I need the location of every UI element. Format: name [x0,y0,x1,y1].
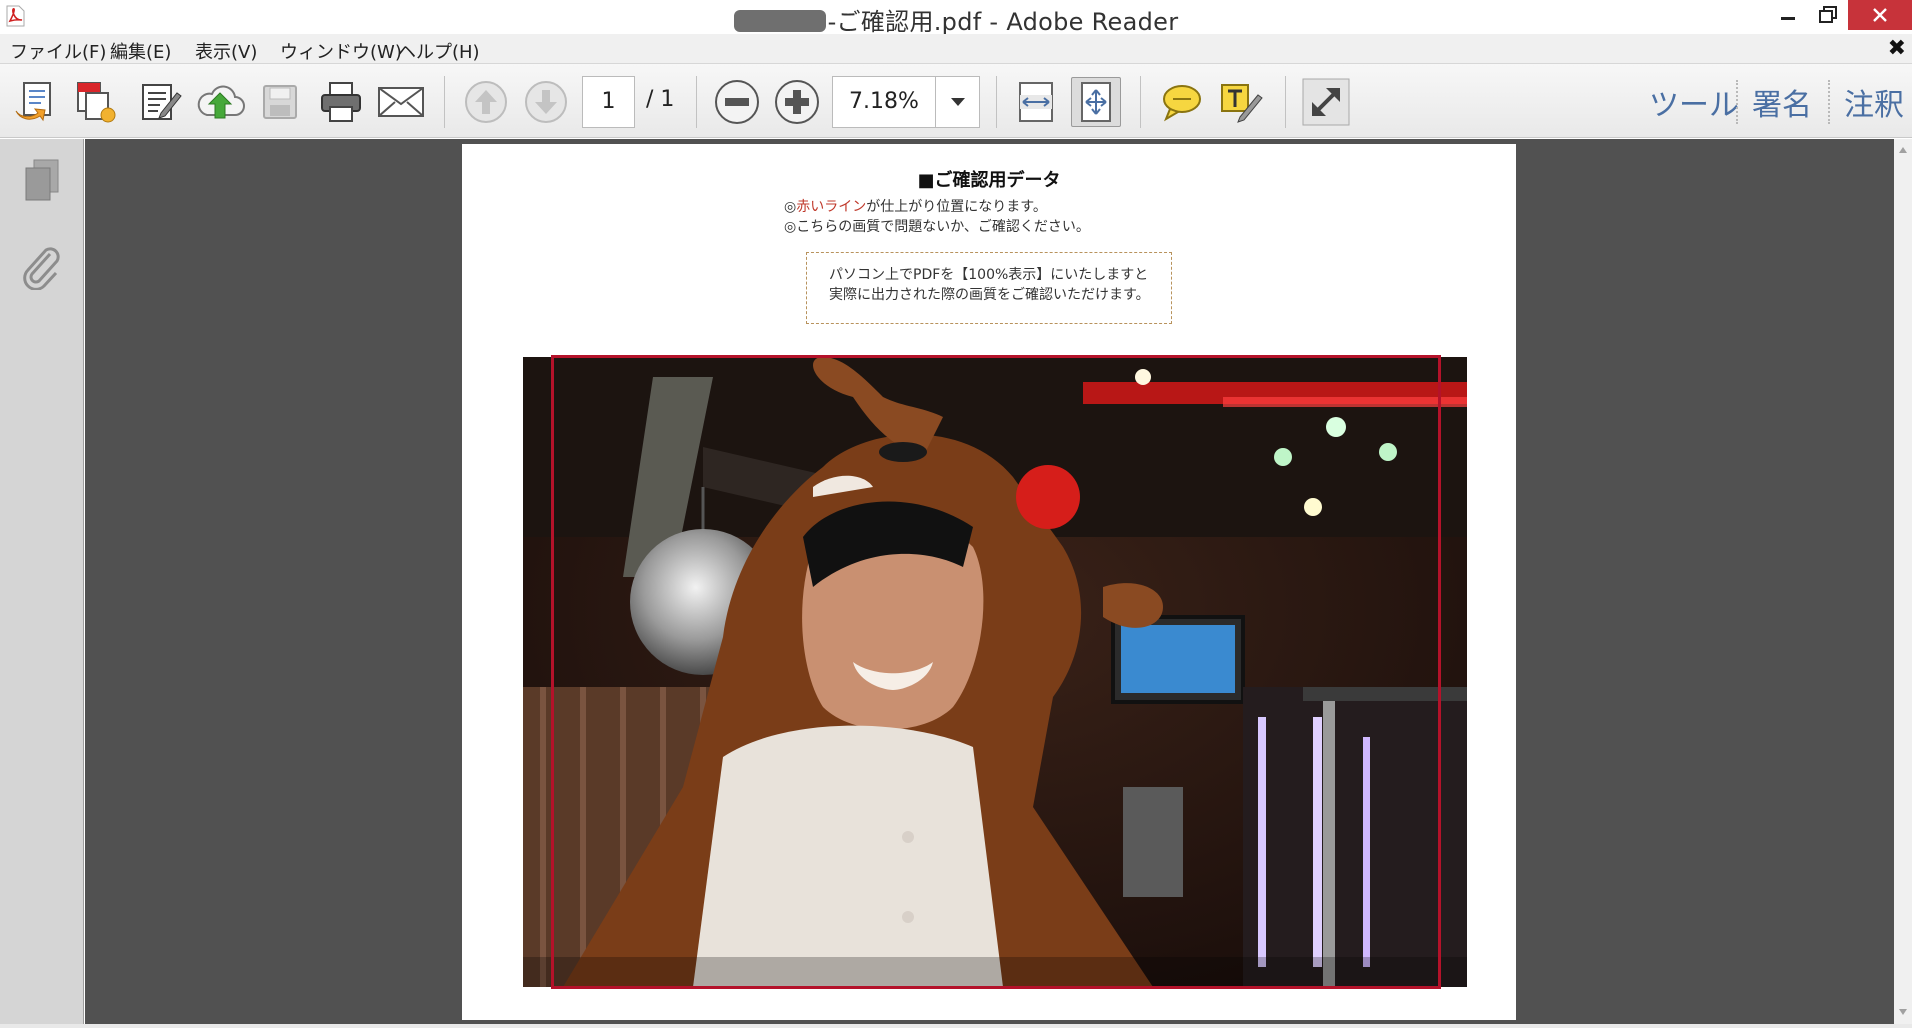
minimize-icon [1781,17,1795,20]
tools-panel-link[interactable]: ツール [1649,80,1739,124]
page-number-input[interactable]: 1 [582,76,635,128]
edit-document-icon [142,84,182,120]
panel-separator [1736,80,1738,124]
toolbar-separator [996,76,997,128]
paperclip-icon [23,247,60,290]
redacted-filename [733,10,826,32]
toolbar-separator [1140,76,1141,128]
open-file-icon [15,82,51,122]
title-bar: -ご確認用.pdf - Adobe Reader [0,0,1912,37]
print-button[interactable] [316,77,366,127]
pdf-page: ■ご確認用データ ◎赤いラインが仕上がり位置になります。 ◎こちらの画質で問題な… [462,144,1516,1020]
close-window-button[interactable] [1848,0,1912,30]
add-comment-button[interactable] [1156,77,1206,127]
fit-page-icon [1081,82,1111,122]
zoom-value[interactable]: 7.18% [833,77,935,127]
open-button[interactable] [10,77,60,127]
close-document-icon[interactable]: ✖ [1888,36,1906,61]
save-disk-icon [263,85,297,119]
display-tip-line2: 実際に出力された際の画質をご確認いただけます。 [829,287,1150,303]
menu-window[interactable]: ウィンドウ(W) [280,38,402,64]
menu-view[interactable]: 表示(V) [195,38,257,64]
vertical-scrollbar[interactable] [1894,139,1912,1028]
fit-width-button[interactable] [1011,77,1061,127]
scroll-down-icon[interactable] [1898,1008,1908,1016]
upload-button[interactable] [195,77,245,127]
display-tip-line1: パソコン上でPDFを【100%表示】にいたしますと [829,267,1149,283]
chevron-down-icon [950,98,965,106]
document-heading: ■ご確認用データ [917,170,1061,191]
toolbar: 1 / 1 7.18% ツール 署名 注釈 [0,64,1912,138]
toolbar-separator [1285,76,1286,128]
note-prefix: ◎ [784,199,797,215]
display-tip-box: パソコン上でPDFを【100%表示】にいたしますと 実際に出力された際の画質をご… [806,252,1172,324]
zoom-out-button[interactable] [712,77,762,127]
window-controls [1768,0,1912,30]
zoom-combobox[interactable]: 7.18% [832,76,980,128]
plus-icon [775,80,819,124]
highlight-text-button[interactable] [1216,77,1266,127]
window-title: -ご確認用.pdf - Adobe Reader [0,2,1912,37]
zoom-in-button[interactable] [772,77,822,127]
next-page-button[interactable] [521,77,571,127]
save-button[interactable] [255,77,305,127]
zoom-dropdown-button[interactable] [935,77,979,127]
toolbar-separator [696,76,697,128]
document-note-quality: ◎こちらの画質で問題ないか、ご確認ください。 [784,219,1090,235]
menu-bar: ファイル(F) 編集(E) 表示(V) ウィンドウ(W) ヘルプ(H) ✖ [0,34,1912,64]
restore-icon [1819,6,1837,23]
horizontal-scrollbar[interactable] [0,1024,1912,1028]
create-pdf-icon [77,82,116,123]
page-thumbnails-button[interactable] [20,157,64,205]
fit-page-button[interactable] [1071,77,1121,127]
arrow-up-icon [465,81,507,123]
menu-edit[interactable]: 編集(E) [110,38,171,64]
trim-line-frame [551,355,1441,989]
attachments-button[interactable] [20,243,64,291]
sign-panel-link[interactable]: 署名 [1752,80,1812,124]
toolbar-separator [444,76,445,128]
navigation-pane [0,139,84,1028]
note-suffix: が仕上がり位置になります。 [866,199,1047,215]
previous-page-button[interactable] [461,77,511,127]
edit-pdf-button[interactable] [135,77,185,127]
panel-separator [1828,80,1830,124]
minimize-button[interactable] [1768,0,1808,30]
page-thumbnails-icon [25,159,59,201]
printer-icon [321,82,361,122]
scroll-up-icon[interactable] [1898,146,1908,154]
menu-file[interactable]: ファイル(F) [10,38,106,64]
text-annotation-icon [1221,84,1263,123]
note-red-text: 赤いライン [796,199,867,215]
comment-panel-link[interactable]: 注釈 [1844,80,1904,124]
envelope-icon [378,87,424,117]
cloud-upload-icon [197,85,245,119]
arrow-down-icon [525,81,567,123]
close-icon [1873,8,1887,22]
email-button[interactable] [376,77,426,127]
window-title-text: -ご確認用.pdf - Adobe Reader [827,8,1179,36]
page-total: / 1 [646,87,675,112]
full-screen-button[interactable] [1301,77,1351,127]
create-pdf-button[interactable] [70,77,120,127]
document-note-red-line: ◎赤いラインが仕上がり位置になります。 [784,196,1047,216]
speech-bubble-icon [1163,85,1201,122]
fit-width-icon [1019,82,1053,122]
restore-button[interactable] [1808,0,1848,30]
minus-icon [715,80,759,124]
expand-icon [1302,78,1350,126]
menu-help[interactable]: ヘルプ(H) [398,38,480,64]
